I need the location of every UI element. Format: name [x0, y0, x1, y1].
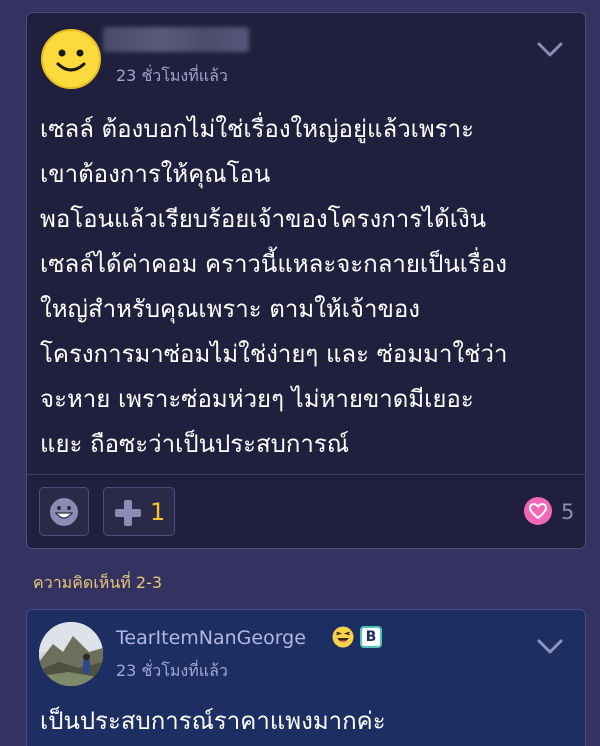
smiley-avatar-icon[interactable] — [41, 29, 101, 89]
chevron-down-icon[interactable] — [537, 639, 563, 655]
comment-line: ใหญ่สำหรับคุณเพราะ ตามให้เจ้าของ — [40, 295, 420, 323]
comment-line: แยะ ถือซะว่าเป็นประสบการณ์ — [40, 430, 350, 458]
plus-count: 1 — [150, 498, 166, 526]
emotion-button[interactable] — [39, 487, 89, 536]
comment-line: เซลล์ได้ค่าคอม คราวนี้แหละจะกลายเป็นเรื่… — [40, 250, 508, 278]
comment-card-2: TearItemNanGeorge B 23 ชั่วโมงที่แล้ว เป… — [26, 609, 586, 746]
laughing-face-icon — [332, 626, 354, 648]
plus-icon — [115, 500, 141, 526]
username[interactable]: TearItemNanGeorge — [116, 627, 306, 649]
comment-line: จะหาย เพราะซ่อมห่วยๆ ไม่หายขาดมีเยอะ — [40, 385, 474, 413]
comment-time[interactable]: 23 ชั่วโมงที่แล้ว — [116, 64, 228, 89]
comment-line: เขาต้องการให้คุณโอน — [40, 160, 271, 188]
comment-card-1: 23 ชั่วโมงที่แล้ว เซลล์ ต้องบอกไม่ใช่เรื… — [26, 12, 586, 549]
comment-range-label: ความคิดเห็นที่ 2-3 — [33, 573, 163, 592]
comment-body: เป็นประสบการณ์ราคาแพงมากค่ะ — [40, 707, 386, 735]
user-avatar[interactable] — [39, 622, 103, 686]
comment-line: เซลล์ ต้องบอกไม่ใช่เรื่องใหญ่อยู่แล้วเพร… — [40, 115, 474, 143]
comment-time[interactable]: 23 ชั่วโมงที่แล้ว — [116, 659, 228, 684]
comment-line: พอโอนแล้วเรียบร้อยเจ้าของโครงการได้เงิน — [40, 205, 487, 233]
comment-body: เซลล์ ต้องบอกไม่ใช่เรื่องใหญ่อยู่แล้วเพร… — [40, 107, 580, 467]
grin-face-icon — [50, 498, 78, 526]
plus-one-button[interactable]: 1 — [103, 487, 175, 536]
chevron-down-icon[interactable] — [537, 42, 563, 58]
heart-icon[interactable] — [524, 497, 552, 525]
user-badge[interactable]: B — [360, 626, 382, 648]
divider — [27, 474, 585, 475]
comment-line: โครงการมาซ่อมไม่ใช่ง่ายๆ และ ซ่อมมาใช่ว่… — [40, 340, 508, 368]
heart-count: 5 — [561, 500, 575, 524]
blurred-username[interactable] — [103, 27, 249, 52]
pantip-comments-page: 23 ชั่วโมงที่แล้ว เซลล์ ต้องบอกไม่ใช่เรื… — [0, 0, 600, 746]
